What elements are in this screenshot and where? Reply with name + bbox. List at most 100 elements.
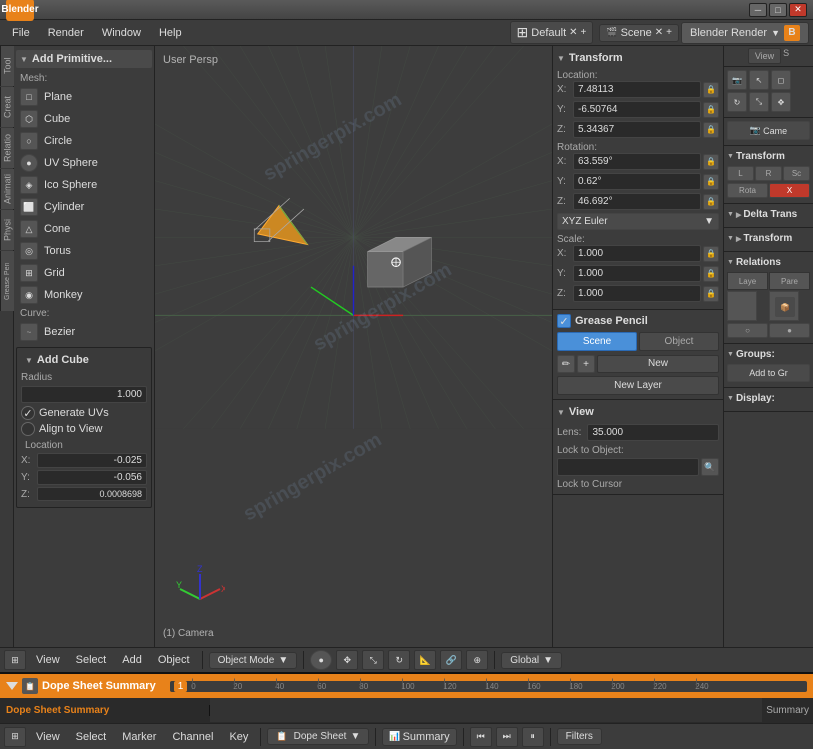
menu-file[interactable]: File — [4, 25, 38, 41]
ds-icon1[interactable]: ⊞ — [4, 727, 26, 747]
fr-transform2-header[interactable]: ▶ Transform — [727, 231, 810, 246]
tab-grease-pen[interactable]: Grease Pen — [0, 251, 14, 311]
bt-icon6[interactable]: ⊕ — [466, 650, 488, 670]
align-to-view-checkbox[interactable] — [21, 422, 35, 436]
bt-icon2[interactable]: ⤡ — [362, 650, 384, 670]
lock-object-field[interactable] — [557, 458, 699, 476]
tab-animati[interactable]: Animati — [0, 169, 14, 209]
fr-delta-header[interactable]: ▶ Delta Trans — [727, 207, 810, 222]
scale-x-lock[interactable]: 🔒 — [703, 246, 719, 262]
bt-view-menu[interactable]: View — [30, 652, 66, 668]
ds-view-menu[interactable]: View — [30, 729, 66, 745]
gp-scene-toggle[interactable]: Scene — [557, 332, 637, 351]
bt-mode-selector[interactable]: Object Mode ▼ — [209, 652, 298, 669]
fr-parent-icon[interactable]: 📦 — [769, 291, 799, 321]
loc-y-lock[interactable]: 🔒 — [703, 102, 719, 118]
tab-creat[interactable]: Creat — [0, 87, 14, 127]
bt-global-selector[interactable]: Global ▼ — [501, 652, 562, 669]
ds-playback-icon2[interactable]: ⏭ — [496, 727, 518, 747]
loc-x-lock[interactable]: 🔒 — [703, 82, 719, 98]
loc-y-value[interactable]: -6.50764 — [573, 101, 701, 118]
loc-z-value[interactable]: 5.34367 — [573, 121, 701, 138]
lens-value[interactable]: 35.000 — [587, 424, 719, 441]
minimize-button[interactable]: ─ — [749, 3, 767, 17]
mesh-grid[interactable]: ⊞ Grid — [16, 262, 152, 284]
fr-display-header[interactable]: Display: — [727, 391, 810, 406]
gp-object-toggle[interactable]: Object — [639, 332, 719, 351]
rot-z-lock[interactable]: 🔒 — [703, 194, 719, 210]
fr-translate-icon[interactable]: ✥ — [771, 92, 791, 112]
bt-sphere-icon[interactable]: ● — [310, 650, 332, 670]
bt-icon5[interactable]: 🔗 — [440, 650, 462, 670]
menu-help[interactable]: Help — [151, 25, 190, 41]
fr-parent-cell[interactable]: Pare — [769, 272, 810, 290]
maximize-button[interactable]: □ — [769, 3, 787, 17]
fr-camera-view-icon[interactable]: 📷 — [727, 70, 747, 90]
rot-x-value[interactable]: 63.559° — [573, 153, 701, 170]
fr-sc-btn[interactable]: Sc — [783, 166, 810, 181]
scale-x-value[interactable]: 1.000 — [573, 245, 701, 262]
close-button[interactable]: ✕ — [789, 3, 807, 17]
gp-draw-icon[interactable]: ✏ — [557, 355, 575, 373]
bt-object-menu[interactable]: Object — [152, 652, 196, 668]
curve-bezier[interactable]: ~ Bezier — [16, 321, 152, 343]
loc-z-lock[interactable]: 🔒 — [703, 122, 719, 138]
rot-x-lock[interactable]: 🔒 — [703, 154, 719, 170]
rot-y-lock[interactable]: 🔒 — [703, 174, 719, 190]
viewport[interactable]: User Persp (1) Camera X Y Z springerpix.… — [155, 46, 553, 647]
bt-add-menu[interactable]: Add — [116, 652, 148, 668]
fr-layer-icon[interactable] — [727, 291, 757, 321]
mesh-plane[interactable]: □ Plane — [16, 86, 152, 108]
loc-x-value[interactable]: 7.48113 — [573, 81, 701, 98]
ds-playback-icon3[interactable]: ⏸ — [522, 727, 544, 747]
fr-scale-icon[interactable]: ⤡ — [749, 92, 769, 112]
ds-summary-timeline[interactable] — [210, 698, 762, 722]
radius-field[interactable]: 1.000 — [21, 386, 147, 403]
fr-rota-btn[interactable]: Rota — [727, 183, 768, 198]
mesh-cone[interactable]: △ Cone — [16, 218, 152, 240]
generate-uvs-row[interactable]: ✓ Generate UVs — [21, 406, 147, 420]
scale-y-lock[interactable]: 🔒 — [703, 266, 719, 282]
transform-header[interactable]: Transform — [557, 50, 719, 66]
bt-icon4[interactable]: 📐 — [414, 650, 436, 670]
scale-z-lock[interactable]: 🔒 — [703, 286, 719, 302]
mesh-monkey[interactable]: ◉ Monkey — [16, 284, 152, 306]
tab-relatio[interactable]: Relatio — [0, 128, 14, 168]
grease-pencil-header[interactable]: ✓ Grease Pencil — [557, 314, 719, 328]
grease-pencil-checkbox[interactable]: ✓ — [557, 314, 571, 328]
ds-filters-btn[interactable]: Filters — [557, 728, 602, 745]
fr-cursor-icon[interactable]: ↖ — [749, 70, 769, 90]
ds-mode-selector[interactable]: 📋 Dope Sheet ▼ — [267, 728, 369, 745]
fr-toggle2[interactable]: ● — [769, 323, 810, 338]
loc-x-field[interactable]: -0.025 — [37, 453, 147, 468]
mesh-torus[interactable]: ◎ Torus — [16, 240, 152, 262]
mesh-uvsphere[interactable]: ● UV Sphere — [16, 152, 152, 174]
ds-key-menu[interactable]: Key — [223, 729, 254, 745]
loc-z-field[interactable]: 0.0008698 — [37, 487, 147, 501]
scale-y-value[interactable]: 1.000 — [573, 265, 701, 282]
scale-z-value[interactable]: 1.000 — [573, 285, 701, 302]
view-header[interactable]: View — [557, 404, 719, 420]
bt-icon1[interactable]: ✥ — [336, 650, 358, 670]
menu-window[interactable]: Window — [94, 25, 149, 41]
tab-physi[interactable]: Physi — [0, 210, 14, 250]
fr-l-btn[interactable]: L — [727, 166, 754, 181]
bt-select-menu[interactable]: Select — [70, 652, 113, 668]
fr-x-btn[interactable]: X — [769, 183, 810, 198]
align-to-view-row[interactable]: Align to View — [21, 422, 147, 436]
fr-select-icon[interactable]: ◻ — [771, 70, 791, 90]
menu-render[interactable]: Render — [40, 25, 92, 41]
ds-select-menu[interactable]: Select — [70, 729, 113, 745]
layout-selector[interactable]: ⊞ Default ✕ + — [510, 21, 594, 44]
ds-marker-menu[interactable]: Marker — [116, 729, 162, 745]
ds-summary-btn[interactable]: 📊 Summary — [382, 728, 456, 746]
fr-rotate-icon[interactable]: ↻ — [727, 92, 747, 112]
rot-z-value[interactable]: 46.692° — [573, 193, 701, 210]
ds-channel-menu[interactable]: Channel — [166, 729, 219, 745]
fr-transform-header[interactable]: Transform — [727, 149, 810, 164]
gp-move-icon[interactable]: + — [577, 355, 595, 373]
rot-y-value[interactable]: 0.62° — [573, 173, 701, 190]
far-right-view-tab[interactable]: View — [748, 48, 781, 64]
fr-toggle1[interactable]: ○ — [727, 323, 768, 338]
mesh-circle[interactable]: ○ Circle — [16, 130, 152, 152]
